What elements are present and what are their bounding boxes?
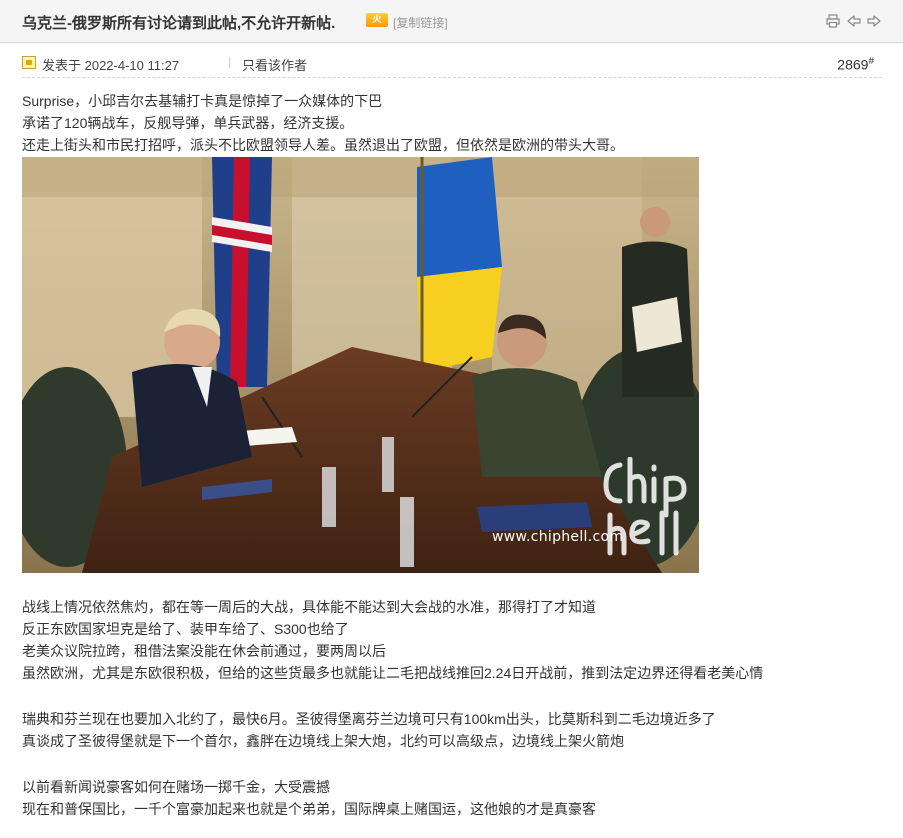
post-paragraph: 虽然欧洲，尤其是东欧很积极，但给的这些货最多也就能让二毛把战线推回2.24日开战… xyxy=(22,665,764,681)
thread-title: 乌克兰-俄罗斯所有讨论请到此帖,不允许开新帖. xyxy=(22,15,336,32)
post-paragraph: 现在和普保国比，一千个富豪加起来也就是个弟弟，国际牌桌上赌国运，这他娘的才是真豪… xyxy=(22,801,596,817)
next-thread-icon[interactable] xyxy=(867,14,881,28)
post-header: 发表于 2022-4-10 11:27 | 只看该作者 2869# xyxy=(22,53,882,78)
post-image[interactable]: www.chiphell.com xyxy=(22,157,699,573)
only-author-link[interactable]: 只看该作者 xyxy=(242,55,307,74)
post-paragraph: 承诺了120辆战车，反舰导弹，单兵武器，经济支援。 xyxy=(22,115,354,131)
floor-number-value: 2869 xyxy=(837,56,869,73)
post-paragraph: 还走上街头和市民打招呼，派头不比欧盟领导人差。虽然退出了欧盟，但依然是欧洲的带头… xyxy=(22,137,624,153)
post-paragraph: 以前看新闻说豪客如何在赌场一掷千金，大受震撼 xyxy=(22,779,330,795)
floor-number[interactable]: 2869# xyxy=(837,56,874,73)
floor-mark: # xyxy=(868,56,874,67)
online-status-icon xyxy=(22,56,36,69)
separator: | xyxy=(228,54,232,69)
post-paragraph: 瑞典和芬兰现在也要加入北约了，最快6月。圣彼得堡离芬兰边境可只有100km出头，… xyxy=(22,711,716,727)
post-time: 发表于 2022-4-10 11:27 xyxy=(42,58,180,73)
post-paragraph: 反正东欧国家坦克是给了、装甲车给了、S300也给了 xyxy=(22,621,349,637)
print-icon[interactable] xyxy=(826,14,840,28)
post-paragraph: 老美众议院拉跨，租借法案没能在休会前通过，要两周以后 xyxy=(22,643,386,659)
thread-title-bar: 乌克兰-俄罗斯所有讨论请到此帖,不允许开新帖. 火 [复制链接] xyxy=(0,0,903,43)
copy-link-button[interactable]: [复制链接] xyxy=(393,14,448,31)
meeting-photo xyxy=(22,157,699,573)
post-paragraph: 战线上情况依然焦灼，都在等一周后的大战，具体能不能达到大会战的水准，那得打了才知… xyxy=(22,599,596,615)
hot-thread-icon: 火 xyxy=(366,13,388,27)
prev-thread-icon[interactable] xyxy=(847,14,861,28)
post-paragraph: 真谈成了圣彼得堡就是下一个首尔，鑫胖在边境线上架大炮，北约可以高级点，边境线上架… xyxy=(22,733,624,749)
image-watermark-text: www.chiphell.com xyxy=(492,529,624,545)
post-paragraph: Surprise，小邱吉尔去基辅打卡真是惊掉了一众媒体的下巴 xyxy=(22,93,383,109)
